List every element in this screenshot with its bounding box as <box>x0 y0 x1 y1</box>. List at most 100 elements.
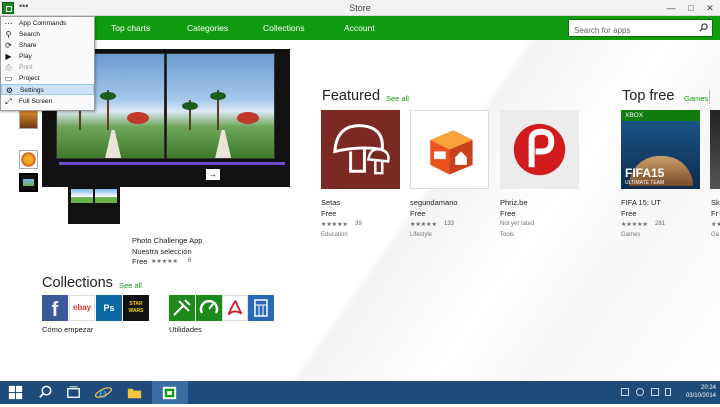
photo-challenge-app-icon[interactable] <box>68 186 120 224</box>
hero-thumb[interactable] <box>19 110 38 129</box>
taskbar: e 20:24 03/10/2014 <box>0 381 720 404</box>
notification-tray-icon[interactable] <box>621 388 629 396</box>
star-wars-icon[interactable]: STAR WARS <box>123 295 149 321</box>
close-button[interactable]: ✕ <box>703 1 717 15</box>
nav-account[interactable]: Account <box>344 23 375 33</box>
menu-item-label: Project <box>19 75 40 82</box>
hero-subtitle: Nuestra selección <box>132 247 192 256</box>
rating-count: 6 <box>188 258 192 264</box>
setas-app-tile[interactable] <box>321 110 400 189</box>
photoshop-express-icon[interactable]: Ps <box>96 295 122 321</box>
file-explorer-button[interactable] <box>125 383 144 402</box>
featured-heading[interactable]: Featured <box>322 88 380 104</box>
top-free-heading[interactable]: Top free <box>622 88 674 104</box>
taskbar-clock[interactable]: 20:24 03/10/2014 <box>676 384 716 400</box>
calculator-icon[interactable] <box>248 295 274 321</box>
rating-text: Not yet rated <box>500 221 535 227</box>
divider <box>709 90 710 104</box>
print-icon: ⎙ <box>5 63 12 72</box>
gear-icon: ⚙ <box>5 86 14 95</box>
collection-label[interactable]: Utilidades <box>169 325 202 334</box>
app-price: Fr <box>711 209 719 218</box>
nav-collections[interactable]: Collections <box>263 23 305 33</box>
maximize-button[interactable]: □ <box>684 1 698 15</box>
battery-icon[interactable] <box>665 388 671 396</box>
rating-stars: ★★★★★ <box>410 222 437 228</box>
menu-item-app-commands[interactable]: ⋯ App Commands <box>1 18 94 29</box>
nav-top-charts[interactable]: Top charts <box>111 23 150 33</box>
ebay-icon[interactable]: ebay <box>69 295 95 321</box>
app-name[interactable]: Phriz.be <box>500 198 528 207</box>
app-category: Games <box>621 232 641 238</box>
app-name[interactable]: Setas <box>321 198 340 207</box>
menu-item-label: Print <box>19 64 33 71</box>
app-price: Free <box>321 209 337 218</box>
phriz-app-tile[interactable] <box>500 110 579 189</box>
internet-explorer-button[interactable]: e <box>94 383 113 402</box>
search-icon: ⚲ <box>5 30 12 39</box>
app-commands-menu: ⋯ App Commands ⚲ Search ⟳ Share ▶ Play ⎙ Prin… <box>0 16 95 111</box>
rating-count: 133 <box>444 221 455 227</box>
fifa-app-tile[interactable]: XBOX FIFA15 ULTIMATE TEAM <box>621 110 700 189</box>
adobe-reader-icon[interactable] <box>222 295 248 321</box>
hero-thumb-selected[interactable] <box>19 173 38 192</box>
partial-app-tile[interactable] <box>710 110 720 189</box>
menu-item-label: Search <box>19 31 40 38</box>
task-view-button[interactable] <box>64 383 83 402</box>
app-category: Tools <box>500 232 515 238</box>
menu-item-play[interactable]: ▶ Play <box>1 51 94 62</box>
search-button[interactable] <box>36 383 55 402</box>
menu-item-full-screen[interactable]: ⤢ Full Screen <box>1 96 94 107</box>
hero-price: Free <box>132 257 148 266</box>
clock-date: 03/10/2014 <box>685 393 716 399</box>
mushroom-icon <box>333 124 390 175</box>
fifa-logo: FIFA15 <box>625 166 665 180</box>
app-name[interactable]: FIFA 15: UT <box>621 198 661 207</box>
menu-item-settings[interactable]: ⚙ Settings <box>1 84 94 95</box>
volume-icon[interactable] <box>651 388 659 396</box>
rating-stars: ★★★★★ <box>321 222 348 228</box>
app-name[interactable]: segundamano <box>410 198 458 207</box>
nav-categories[interactable]: Categories <box>187 23 228 33</box>
network-icon[interactable] <box>636 388 644 396</box>
segundamano-app-tile[interactable] <box>410 110 489 189</box>
store-app-icon[interactable] <box>2 2 14 14</box>
app-category: Ga <box>711 232 720 238</box>
menu-item-label: Settings <box>20 87 44 94</box>
featured-see-all-link[interactable]: See all <box>386 94 409 103</box>
app-category: Education <box>321 232 348 238</box>
collections-see-all-link[interactable]: See all <box>119 281 142 290</box>
hero-thumb[interactable] <box>19 150 38 169</box>
menu-item-project[interactable]: ▭ Project <box>1 73 94 84</box>
ultimate-team-label: ULTIMATE TEAM <box>625 180 665 186</box>
utility-tools-icon[interactable] <box>169 295 195 321</box>
next-arrow-icon[interactable]: → <box>206 169 220 180</box>
menu-item-label: Share <box>19 42 37 49</box>
start-button[interactable] <box>6 383 25 402</box>
house-cube-icon <box>430 130 473 175</box>
windows-logo-icon <box>8 385 23 400</box>
search-input[interactable] <box>569 22 689 39</box>
menu-item-search[interactable]: ⚲ Search <box>1 29 94 40</box>
internet-explorer-icon: e <box>95 386 112 402</box>
window-title: Store <box>349 3 371 13</box>
play-icon: ▶ <box>5 52 12 61</box>
collections-heading[interactable]: Collections <box>42 275 113 291</box>
menu-item-share[interactable]: ⟳ Share <box>1 40 94 51</box>
menu-item-label: Play <box>19 53 32 60</box>
store-taskbar-button[interactable] <box>160 383 179 402</box>
app-commands-dots[interactable]: ••• <box>19 1 28 11</box>
hero-app-name[interactable]: Photo Challenge App <box>132 236 202 245</box>
top-free-games-filter[interactable]: Games <box>684 94 708 103</box>
rating-count: 281 <box>655 221 666 227</box>
collection-label[interactable]: Cómo empezar <box>42 325 93 334</box>
search-icon[interactable] <box>699 23 708 32</box>
app-name[interactable]: Sk <box>711 198 720 207</box>
app-category: Lifestyle <box>410 232 433 238</box>
menu-item-label: App Commands <box>19 20 67 27</box>
minimize-button[interactable]: — <box>664 1 678 15</box>
search-box <box>568 19 713 39</box>
progress-bar <box>59 162 285 165</box>
speedometer-icon[interactable] <box>196 295 222 321</box>
facebook-icon[interactable]: f <box>42 295 68 321</box>
